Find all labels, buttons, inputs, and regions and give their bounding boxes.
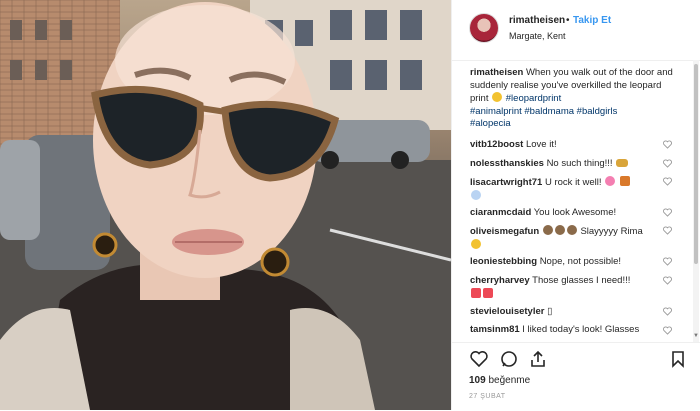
comment-username[interactable]: vitb12boost: [470, 139, 523, 150]
comment-like-icon[interactable]: [663, 208, 672, 217]
comment-item: ciaranmcdaid You look Awesome!: [470, 207, 675, 220]
hand-emoji-icon: [554, 225, 565, 235]
like-count[interactable]: 109 beğenme: [469, 375, 530, 386]
scrollbar-thumb[interactable]: [694, 64, 698, 264]
hand-emoji-icon: [542, 225, 553, 235]
comment-text: Those glasses I need!!!: [532, 275, 631, 286]
red-heart-emoji-icon: [471, 287, 481, 298]
hashtag-link[interactable]: #alopecia: [470, 118, 511, 129]
hashtag-link[interactable]: #leopardprint: [506, 93, 561, 104]
comment-username[interactable]: stevielouisetyler: [470, 306, 544, 317]
comment-text: You look Awesome!: [533, 207, 617, 218]
comment-text: I liked today's look! Glasses: [522, 324, 640, 335]
share-arrow-icon[interactable]: [528, 349, 548, 369]
location-link[interactable]: Margate, Kent: [509, 31, 566, 41]
comment-item: nolessthanskies No such thing!!!: [470, 158, 675, 171]
post-date: 27 ŞUBAT: [469, 393, 506, 400]
bookmark-icon[interactable]: [668, 349, 688, 369]
comment-like-icon[interactable]: [663, 159, 672, 168]
comment-username[interactable]: nolessthanskies: [470, 158, 544, 169]
comment-username[interactable]: lisacartwright71: [470, 177, 542, 188]
comment-item: tamsinm81 I liked today's look! Glasses: [470, 324, 675, 337]
comment-text: No such thing!!!: [546, 158, 613, 169]
like-count-number: 109: [469, 375, 486, 386]
comment-username[interactable]: tamsinm81: [470, 324, 520, 335]
comment-item: lisacartwright71 U rock it well!: [470, 176, 675, 203]
avatar[interactable]: [469, 13, 499, 43]
post-username[interactable]: rimatheisen: [509, 15, 565, 26]
comment-like-icon[interactable]: [663, 177, 672, 186]
like-count-label: beğenme: [488, 375, 531, 386]
unicorn-emoji-icon: [471, 189, 481, 200]
comment-username[interactable]: leoniestebbing: [470, 256, 537, 267]
comment-item: stevielouisetyler ▯: [470, 306, 675, 319]
comment-like-icon[interactable]: [663, 307, 672, 316]
post-photo: [0, 0, 451, 410]
hand-emoji-icon: [566, 225, 577, 235]
comment-like-icon[interactable]: [663, 140, 672, 149]
grimace-emoji-icon: [492, 92, 503, 102]
red-heart-emoji-icon: [483, 287, 493, 298]
comment-text: Nope, not possible!: [539, 256, 622, 267]
comment-like-icon[interactable]: [663, 276, 672, 285]
comment-item: vitb12boost Love it!: [470, 139, 675, 152]
heart-outline-icon[interactable]: [469, 349, 489, 369]
comments-list[interactable]: rimatheisen When you walk out of the doo…: [452, 60, 700, 342]
post-header: rimatheisen • Takip Et Margate, Kent: [452, 0, 700, 61]
comment-text: Slayyyyy Rima: [580, 226, 643, 237]
scroll-down-arrow-icon[interactable]: ▼: [693, 332, 699, 340]
comment-username[interactable]: cherryharvey: [470, 275, 530, 286]
comment-username[interactable]: ciaranmcdaid: [470, 207, 531, 218]
comment-text: ▯: [547, 306, 553, 317]
comment-item: oliveismegafun Slayyyyy Rima: [470, 225, 675, 252]
follow-button[interactable]: Takip Et: [573, 15, 611, 26]
comment-text: U rock it well!: [544, 177, 602, 188]
hashtag-link[interactable]: #animalprint #baldmama #baldgirls: [470, 106, 617, 117]
comment-like-icon[interactable]: [663, 257, 672, 266]
post-actions: 109 beğenme 27 ŞUBAT: [452, 342, 700, 411]
photo-illustration: [0, 0, 451, 410]
flower-emoji-icon: [605, 176, 616, 186]
comment-like-icon[interactable]: [663, 326, 672, 335]
post-caption: rimatheisen When you walk out of the doo…: [470, 67, 675, 131]
heart-eyes-emoji-icon: [471, 238, 481, 249]
comment-item: cherryharvey Those glasses I need!!!: [470, 275, 675, 301]
separator-dot: •: [566, 15, 570, 26]
comment-text: Love it!: [525, 139, 557, 150]
comment-username[interactable]: oliveismegafun: [470, 226, 539, 237]
post-sidebar: rimatheisen • Takip Et Margate, Kent rim…: [451, 0, 700, 410]
comment-like-icon[interactable]: [663, 226, 672, 235]
comment-bubble-icon[interactable]: [499, 349, 519, 369]
leopard-emoji-icon: [616, 159, 629, 167]
caption-username[interactable]: rimatheisen: [470, 67, 523, 78]
butterfly-emoji-icon: [619, 176, 630, 186]
comment-item: leoniestebbing Nope, not possible!: [470, 256, 675, 269]
